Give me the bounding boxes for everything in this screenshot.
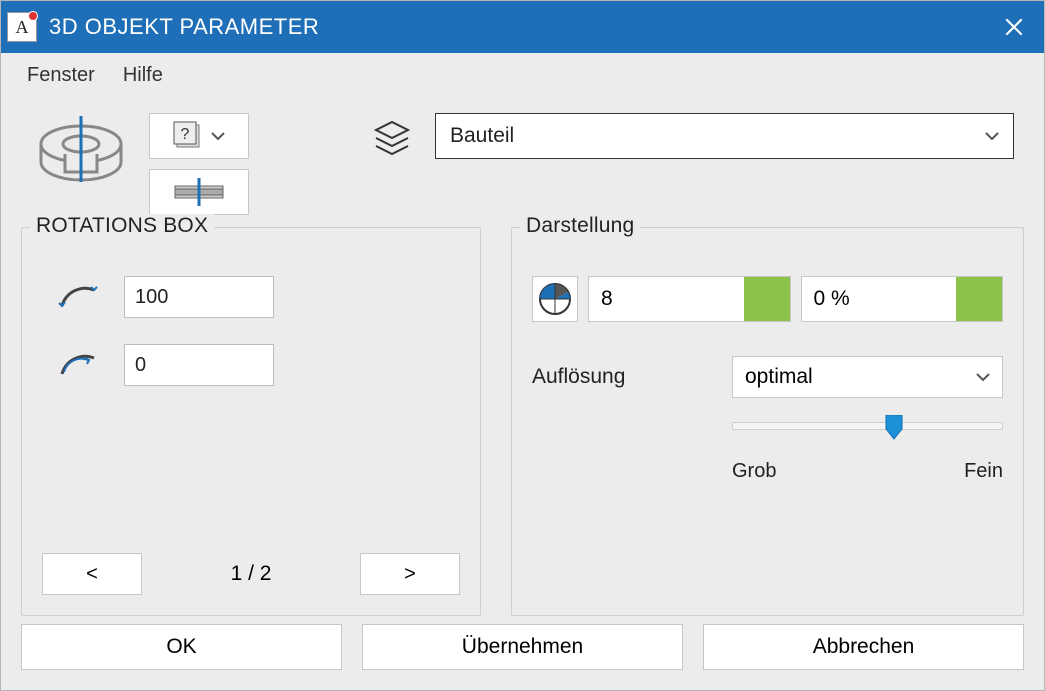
menubar: Fenster Hilfe [1,53,1044,97]
layer-select-value: Bauteil [450,124,514,148]
groups-row: ROTATIONS BOX [21,227,1024,616]
segment-color-2[interactable] [956,277,1002,321]
group-rotations-box: ROTATIONS BOX [21,227,481,616]
resolution-select[interactable]: optimal [732,356,1003,398]
chevron-down-icon [976,369,990,385]
segment-percent-value: 0 % [802,277,957,321]
rail-align-icon [171,178,227,206]
top-row: ? [21,107,1024,219]
titlebar: A 3D OBJEKT PARAMETER [1,1,1044,53]
segment-count-value: 8 [589,277,744,321]
page-prev-button[interactable]: < [42,553,142,595]
window-title: 3D OBJEKT PARAMETER [49,14,984,40]
dialog-window: A 3D OBJEKT PARAMETER Fenster Hilfe [0,0,1045,691]
group-darstellung: Darstellung 8 [511,227,1024,616]
segment-count-input[interactable]: 8 [588,276,791,322]
client-area: ? [1,97,1044,690]
resolution-row: Auflösung optimal [532,356,1003,398]
apply-button[interactable]: Übernehmen [362,624,683,670]
pie-segments-icon [532,276,578,322]
menu-hilfe[interactable]: Hilfe [123,64,163,87]
chevron-down-icon [985,128,999,144]
icon-button-column: ? [149,113,249,215]
cancel-button[interactable]: Abbrechen [703,624,1024,670]
bottom-button-row: OK Übernehmen Abbrechen [21,624,1024,670]
question-box-icon: ? [173,121,203,151]
resolution-value: optimal [745,365,813,389]
close-button[interactable] [984,1,1044,53]
group-legend-darstellung: Darstellung [520,214,640,238]
arc-inner-icon [56,348,100,382]
object-preview-icon [31,113,131,193]
segment-percent-input[interactable]: 0 % [801,276,1004,322]
app-icon: A [7,12,37,42]
svg-text:?: ? [181,126,190,143]
slider-thumb[interactable] [883,415,905,441]
slider-labels: Grob Fein [732,460,1003,483]
resolution-label: Auflösung [532,365,702,389]
rotation-row-1 [56,276,460,318]
page-next-button[interactable]: > [360,553,460,595]
layer-select[interactable]: Bauteil [435,113,1014,159]
rotation-row-2 [56,344,460,386]
rotation-value-2[interactable] [124,344,274,386]
close-icon [1005,18,1023,36]
rotation-value-1[interactable] [124,276,274,318]
rotations-inputs [56,276,460,386]
page-indicator: 1 / 2 [192,562,310,586]
segmentation-row: 8 0 % [532,276,1003,322]
chevron-down-icon [211,131,225,141]
slider-label-fein: Fein [964,460,1003,483]
menu-fenster[interactable]: Fenster [27,64,95,87]
group-legend-rotations: ROTATIONS BOX [30,214,214,238]
slider-label-grob: Grob [732,460,776,483]
ok-button[interactable]: OK [21,624,342,670]
help-dropdown-button[interactable]: ? [149,113,249,159]
arc-outer-icon [56,280,100,314]
resolution-slider[interactable]: Grob Fein [532,422,1003,483]
layers-icon [367,113,417,163]
slider-track [732,422,1003,430]
pager: < 1 / 2 > [42,533,460,595]
segment-color-1[interactable] [744,277,790,321]
align-button[interactable] [149,169,249,215]
